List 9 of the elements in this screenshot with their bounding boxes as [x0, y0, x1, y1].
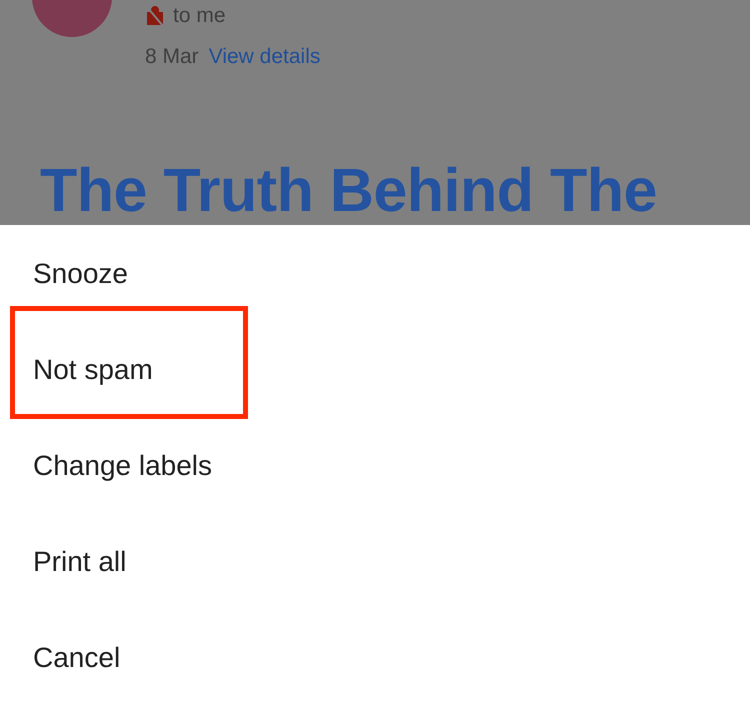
menu-item[interactable]: Print all [33, 541, 126, 583]
crossed-bag-icon [145, 5, 165, 27]
menu-item[interactable]: Snooze [33, 253, 128, 295]
menu-item[interactable]: Change labels [33, 445, 212, 487]
menu-item[interactable]: Cancel [33, 637, 120, 679]
email-headline: The Truth Behind The [40, 158, 658, 222]
menu-item[interactable]: Not spam [33, 349, 153, 391]
date-text: 8 Mar [145, 44, 199, 70]
recipient-text: to me [173, 3, 226, 30]
